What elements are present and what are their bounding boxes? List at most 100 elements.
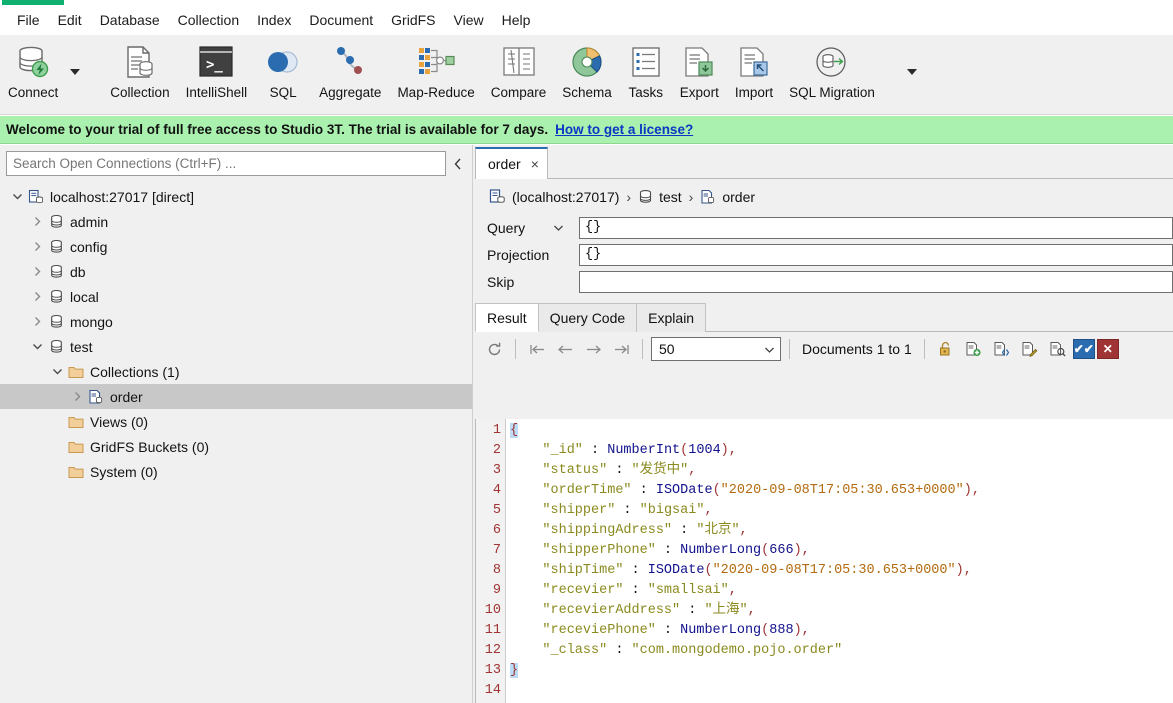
code-line[interactable]: "_id" : NumberInt(1004), <box>510 441 1173 461</box>
page-size-select[interactable]: 50 <box>651 337 781 361</box>
menu-item-gridfs[interactable]: GridFS <box>382 8 444 32</box>
view-document-icon[interactable] <box>1045 336 1071 362</box>
tree-item-test[interactable]: test <box>0 334 472 359</box>
previous-page-icon[interactable] <box>552 336 578 362</box>
toolbar-overflow-caret[interactable] <box>903 35 921 109</box>
get-license-link[interactable]: How to get a license? <box>555 122 693 137</box>
code-token-date: "2020-09-08T17:05:30.653+0000" <box>713 563 956 578</box>
skip-input[interactable] <box>579 271 1173 293</box>
toolbar-button-aggregate[interactable]: Aggregate <box>311 35 389 109</box>
toolbar-button-export[interactable]: Export <box>672 35 727 109</box>
tree-item-mongo[interactable]: mongo <box>0 309 472 334</box>
next-page-icon[interactable] <box>580 336 606 362</box>
menu-item-document[interactable]: Document <box>300 8 382 32</box>
chevron-right-icon[interactable] <box>28 241 46 252</box>
refresh-icon[interactable] <box>481 336 507 362</box>
code-line[interactable]: "shippingAdress" : "北京", <box>510 521 1173 541</box>
toolbar-button-collection[interactable]: Collection <box>102 35 177 109</box>
toolbar-button-schema[interactable]: Schema <box>554 35 620 109</box>
chevron-down-icon[interactable] <box>28 342 46 351</box>
chevron-down-icon <box>764 341 775 357</box>
chevron-right-icon[interactable] <box>28 266 46 277</box>
tree-item-order[interactable]: order <box>0 384 472 409</box>
code-line[interactable]: "status" : "发货中", <box>510 461 1173 481</box>
code-line[interactable]: { <box>510 421 1173 441</box>
toolbar-button-connect[interactable]: Connect <box>0 35 66 109</box>
toolbar-button-compare[interactable]: Compare <box>483 35 555 109</box>
query-input[interactable]: {} <box>579 217 1173 239</box>
tree-item-db[interactable]: db <box>0 259 472 284</box>
tree-item-admin[interactable]: admin <box>0 209 472 234</box>
menu-item-help[interactable]: Help <box>493 8 540 32</box>
projection-input[interactable]: {} <box>579 244 1173 266</box>
toolbar-button-import[interactable]: Import <box>727 35 781 109</box>
tab-order[interactable]: order × <box>475 147 548 179</box>
padlock-unlocked-icon[interactable] <box>933 336 959 362</box>
code-token-plain: : <box>672 523 696 538</box>
tree-item-system-0[interactable]: System (0) <box>0 459 472 484</box>
chevron-right-icon[interactable] <box>28 216 46 227</box>
code-line[interactable]: "recevier" : "smallsai", <box>510 581 1173 601</box>
code-token-brace: { <box>510 423 518 438</box>
toolbar-button-tasks[interactable]: Tasks <box>620 35 672 109</box>
menu-item-file[interactable]: File <box>8 8 49 32</box>
code-line[interactable]: "orderTime" : ISODate("2020-09-08T17:05:… <box>510 481 1173 501</box>
chevron-right-icon[interactable] <box>28 291 46 302</box>
menu-item-database[interactable]: Database <box>91 8 169 32</box>
collection-icon <box>700 189 716 205</box>
clone-document-icon[interactable] <box>989 336 1015 362</box>
chevron-down-icon[interactable] <box>553 224 579 232</box>
code-line[interactable]: "shipper" : "bigsai", <box>510 501 1173 521</box>
toolbar-button-map-reduce[interactable]: Map-Reduce <box>389 35 482 109</box>
tree-item-config[interactable]: config <box>0 234 472 259</box>
result-tab-explain[interactable]: Explain <box>637 303 706 332</box>
line-number: 7 <box>476 541 501 561</box>
confirm-edits-button[interactable]: ✔✔ <box>1073 339 1095 359</box>
cancel-edits-button[interactable]: ✕ <box>1097 339 1119 359</box>
chevron-right-icon[interactable] <box>68 391 86 402</box>
breadcrumb-collection[interactable]: order <box>722 189 755 205</box>
toolbar-button-sql[interactable]: SQL <box>255 35 311 109</box>
json-code-area[interactable]: { "_id" : NumberInt(1004), "status" : "发… <box>506 419 1173 703</box>
code-line[interactable]: "recevierAddress" : "上海", <box>510 601 1173 621</box>
code-token-str: "上海" <box>704 603 747 618</box>
menu-item-view[interactable]: View <box>445 8 493 32</box>
tree-item-local[interactable]: local <box>0 284 472 309</box>
breadcrumb-database[interactable]: test <box>659 189 682 205</box>
menu-item-edit[interactable]: Edit <box>49 8 91 32</box>
search-input[interactable] <box>6 151 446 176</box>
add-document-icon[interactable] <box>961 336 987 362</box>
result-tab-result[interactable]: Result <box>475 303 539 332</box>
menu-item-collection[interactable]: Collection <box>169 8 248 32</box>
trial-banner: Welcome to your trial of full free acces… <box>0 116 1173 144</box>
tree-item-views-0[interactable]: Views (0) <box>0 409 472 434</box>
edit-document-icon[interactable] <box>1017 336 1043 362</box>
tree-item-collections-1[interactable]: Collections (1) <box>0 359 472 384</box>
code-line[interactable]: "receviePhone" : NumberLong(888), <box>510 621 1173 641</box>
code-token-key: "receviePhone" <box>510 623 656 638</box>
code-line[interactable]: "shipperPhone" : NumberLong(666), <box>510 541 1173 561</box>
chevron-down-icon[interactable] <box>48 367 66 376</box>
chevron-right-icon[interactable] <box>28 316 46 327</box>
json-document-editor[interactable]: 1234567891011121314 { "_id" : NumberInt(… <box>475 419 1173 703</box>
chevron-down-icon[interactable] <box>8 192 26 201</box>
result-tab-query-code[interactable]: Query Code <box>539 303 637 332</box>
toolbar-button-sql-migration[interactable]: SQL Migration <box>781 35 883 109</box>
code-line[interactable] <box>510 681 1173 701</box>
code-line[interactable]: "_class" : "com.mongodemo.pojo.order" <box>510 641 1173 661</box>
chevron-left-icon[interactable] <box>446 151 468 176</box>
tree-item-gridfs-buckets-0[interactable]: GridFS Buckets (0) <box>0 434 472 459</box>
code-line[interactable]: "shipTime" : ISODate("2020-09-08T17:05:3… <box>510 561 1173 581</box>
schema-donut-icon <box>568 41 606 83</box>
breadcrumb-server[interactable]: (localhost:27017) <box>512 189 619 205</box>
toolbar-button-label: Connect <box>8 85 58 100</box>
last-page-icon[interactable] <box>608 336 634 362</box>
toolbar-button-intellishell[interactable]: >_ IntelliShell <box>178 35 256 109</box>
tree-item-label: admin <box>70 214 108 230</box>
code-line[interactable]: } <box>510 661 1173 681</box>
close-icon[interactable]: × <box>531 157 539 171</box>
menu-item-index[interactable]: Index <box>248 8 300 32</box>
tree-item-localhost-27017-direct[interactable]: localhost:27017 [direct] <box>0 184 472 209</box>
first-page-icon[interactable] <box>524 336 550 362</box>
connect-dropdown-caret[interactable] <box>66 35 84 109</box>
